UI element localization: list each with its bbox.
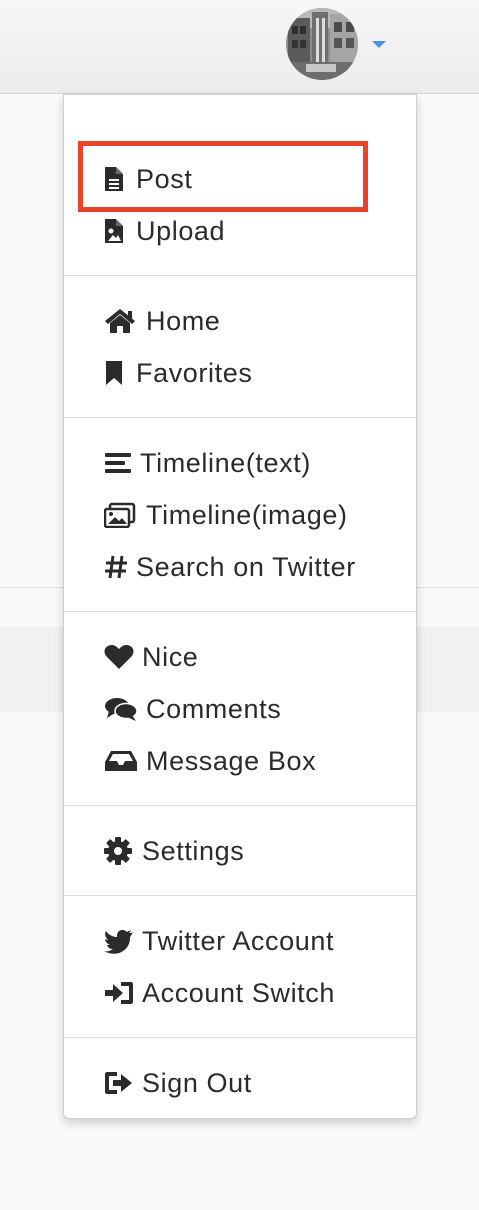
sign-out-icon	[104, 1069, 134, 1097]
menu-item-label: Settings	[142, 835, 245, 866]
comments-icon	[104, 695, 138, 723]
bookmark-icon	[104, 359, 128, 387]
menu-divider	[64, 805, 416, 806]
menu-item-label: Account Switch	[142, 977, 335, 1008]
chevron-down-icon[interactable]	[370, 38, 388, 50]
menu-divider	[64, 1037, 416, 1038]
twitter-icon	[104, 927, 134, 955]
menu-item-search-twitter[interactable]: Search on Twitter	[104, 547, 356, 587]
menu-item-settings[interactable]: Settings	[104, 831, 244, 871]
sign-in-icon	[104, 979, 134, 1007]
menu-item-label: Twitter Account	[142, 925, 335, 956]
home-icon	[104, 307, 138, 335]
menu-divider	[64, 895, 416, 896]
menu-item-timeline-text[interactable]: Timeline(text)	[104, 443, 311, 483]
menu-item-label: Upload	[136, 215, 226, 246]
gear-icon	[104, 837, 134, 865]
menu-item-account-switch[interactable]: Account Switch	[104, 973, 335, 1013]
menu-divider	[64, 417, 416, 418]
menu-item-label: Post	[136, 163, 193, 194]
heart-icon	[104, 643, 134, 671]
menu-item-label: Message Box	[146, 745, 317, 776]
top-navbar	[0, 0, 479, 94]
menu-item-timeline-image[interactable]: Timeline(image)	[104, 495, 348, 535]
menu-item-nice[interactable]: Nice	[104, 637, 198, 677]
menu-item-home[interactable]: Home	[104, 301, 220, 341]
user-avatar[interactable]	[286, 8, 358, 80]
user-dropdown-menu: Post Upload Home Favorites Timeline(text…	[63, 94, 417, 1119]
inbox-icon	[104, 747, 138, 775]
menu-item-label: Sign Out	[142, 1067, 252, 1098]
menu-item-comments[interactable]: Comments	[104, 689, 281, 729]
hashtag-icon	[104, 553, 128, 581]
menu-item-message-box[interactable]: Message Box	[104, 741, 316, 781]
menu-item-label: Home	[146, 305, 221, 336]
menu-item-label: Timeline(text)	[140, 447, 311, 478]
menu-item-label: Nice	[142, 641, 199, 672]
menu-item-sign-out[interactable]: Sign Out	[104, 1063, 252, 1103]
menu-divider	[64, 611, 416, 612]
images-icon	[104, 501, 138, 529]
menu-item-label: Timeline(image)	[146, 499, 348, 530]
menu-divider	[64, 275, 416, 276]
file-image-icon	[104, 217, 128, 245]
menu-item-favorites[interactable]: Favorites	[104, 353, 252, 393]
file-text-icon	[104, 165, 128, 193]
menu-item-label: Comments	[146, 693, 282, 724]
menu-item-twitter-account[interactable]: Twitter Account	[104, 921, 334, 961]
menu-item-upload[interactable]: Upload	[104, 211, 225, 251]
menu-item-label: Search on Twitter	[136, 551, 356, 582]
align-left-icon	[104, 449, 132, 477]
avatar-photo	[286, 8, 358, 80]
menu-item-label: Favorites	[136, 357, 253, 388]
menu-item-post[interactable]: Post	[104, 159, 192, 199]
